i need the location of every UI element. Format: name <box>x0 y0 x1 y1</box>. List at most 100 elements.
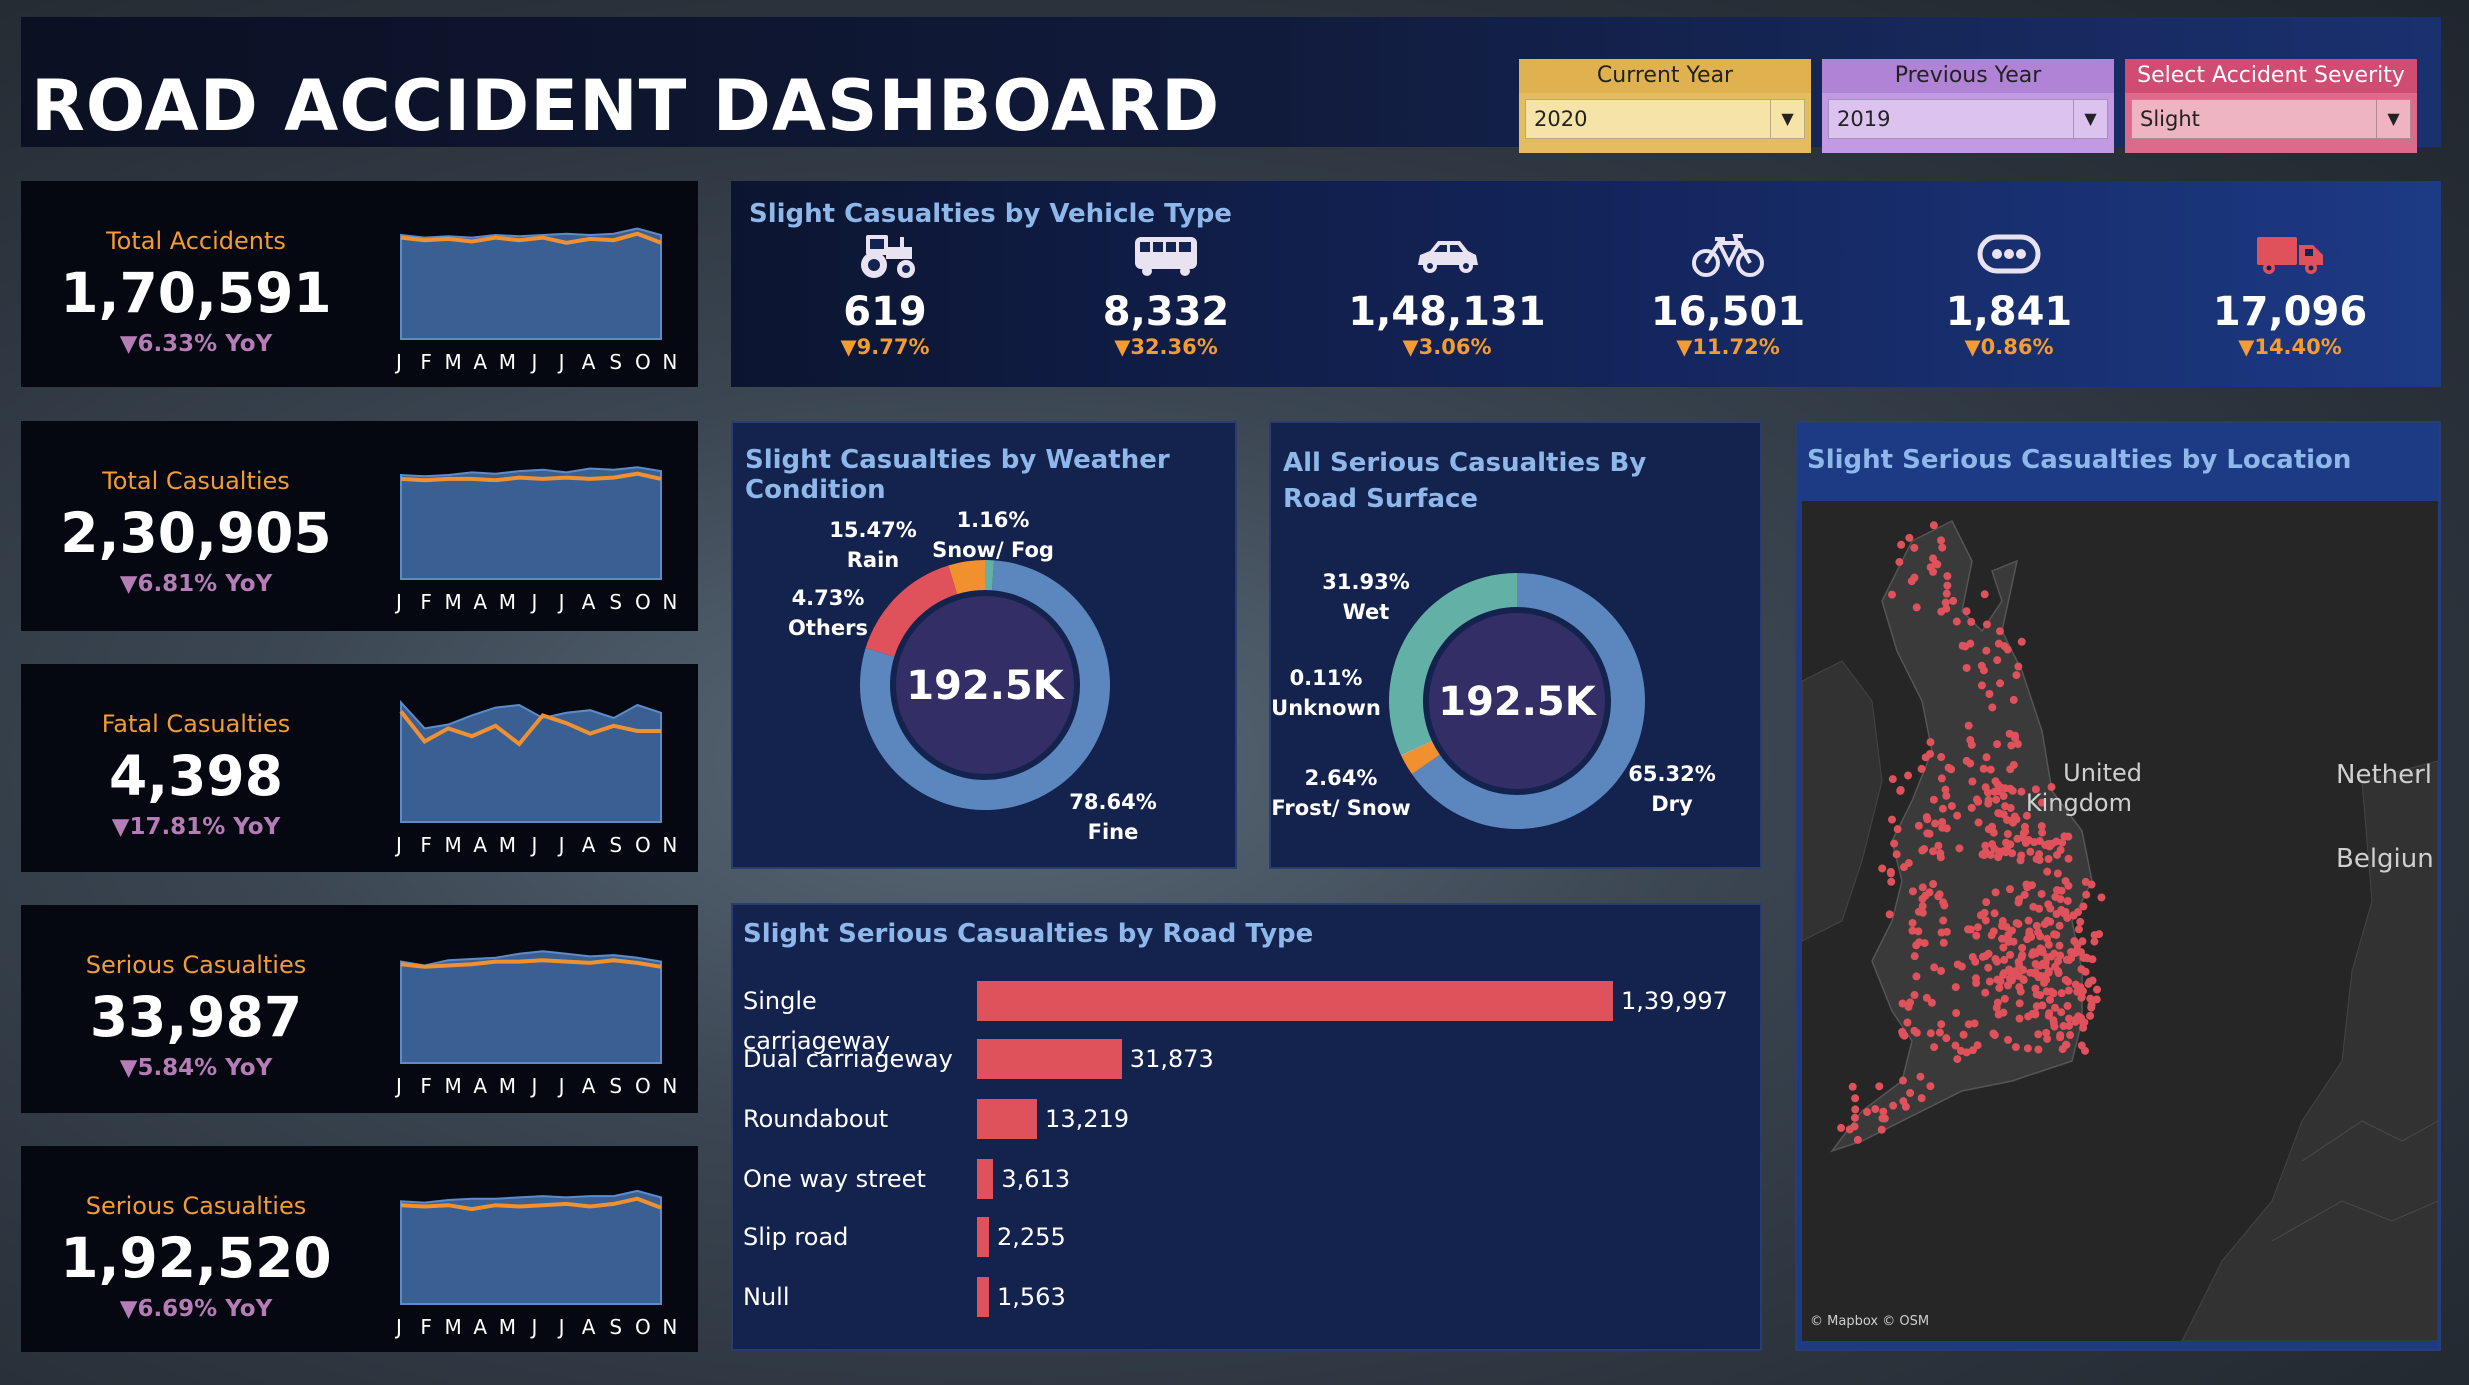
map-point <box>2018 943 2027 952</box>
map-point <box>1977 661 1986 670</box>
map-point <box>1850 1113 1859 1122</box>
month-tick-label: F <box>420 350 432 374</box>
map-point <box>1937 774 1946 783</box>
map-label-united: United <box>2063 759 2142 787</box>
month-tick-label: M <box>499 350 516 374</box>
current-year-select[interactable]: 2020 ▼ <box>1525 99 1805 139</box>
map-point <box>2009 760 2018 769</box>
vehicle-item-car[interactable]: 1,48,131 ▼3.06% <box>1317 231 1577 359</box>
current-year-label: Current Year <box>1519 59 1811 93</box>
map-point <box>2064 832 2073 841</box>
bar-category-label: Dual carriageway <box>743 1045 953 1073</box>
month-tick-label: A <box>473 1074 487 1098</box>
donut-center-label: 192.5K <box>906 663 1066 709</box>
bar[interactable] <box>977 1159 994 1199</box>
map-point <box>1929 521 1938 530</box>
bar-row[interactable]: Single carriageway 1,39,997 <box>743 981 1743 1055</box>
map-point <box>1878 864 1887 873</box>
map-point <box>2023 1044 2032 1053</box>
vehicle-value: 16,501 <box>1650 289 1806 335</box>
map-point <box>1912 941 1921 950</box>
map-point <box>1973 923 1982 932</box>
map-point <box>2093 985 2102 994</box>
vehicle-item-truck[interactable]: 17,096 ▼14.40% <box>2160 231 2420 359</box>
map-point <box>1885 910 1894 919</box>
bar-row[interactable]: Roundabout 13,219 <box>743 1099 1743 1139</box>
map-point <box>1898 999 1907 1008</box>
map-point <box>1989 1029 1998 1038</box>
chevron-down-icon[interactable]: ▼ <box>2073 100 2107 138</box>
map-point <box>1982 620 1991 629</box>
bar-row[interactable]: One way street 3,613 <box>743 1159 1743 1199</box>
map-point <box>2031 959 2040 968</box>
map-point <box>1926 563 1935 572</box>
chevron-down-icon[interactable]: ▼ <box>1770 100 1804 138</box>
kpi-card[interactable]: Total Casualties 2,30,905 ▼6.81% YoY J F M A M J… <box>21 421 698 631</box>
weather-label-others: 4.73% Others <box>788 586 868 640</box>
kpi-sparkline: JFMAMJJASOND <box>394 466 677 614</box>
kpi-label: Total Casualties <box>102 467 290 495</box>
map-point <box>2011 1043 2020 1052</box>
map-point <box>1957 962 1966 971</box>
month-tick-label: M <box>445 1315 462 1339</box>
map-point <box>1986 850 1995 859</box>
kpi-label: Fatal Casualties <box>101 710 291 738</box>
bar-row[interactable]: Null 1,563 <box>743 1277 1743 1317</box>
kpi-yoy: ▼5.84% YoY <box>119 1055 273 1081</box>
previous-year-select[interactable]: 2019 ▼ <box>1828 99 2108 139</box>
vehicle-value: 619 <box>843 289 927 335</box>
bar[interactable] <box>977 981 1613 1021</box>
month-tick-label: A <box>582 350 596 374</box>
map-point <box>2004 1035 2013 1044</box>
map-point <box>2045 995 2054 1004</box>
vehicle-value: 8,332 <box>1102 289 1230 335</box>
chevron-down-icon[interactable]: ▼ <box>2376 100 2410 138</box>
bar-row[interactable]: Dual carriageway 31,873 <box>743 1039 1743 1079</box>
map-point <box>1986 765 1995 774</box>
vehicle-item-tractor[interactable]: 619 ▼9.77% <box>755 231 1015 359</box>
map-point <box>1955 844 1964 853</box>
kpi-card[interactable]: Total Accidents 1,70,591 ▼6.33% YoY J F M A M J J… <box>21 181 698 387</box>
vehicle-item-bicycle[interactable]: 16,501 ▼11.72% <box>1598 231 1858 359</box>
map-point <box>1967 803 1976 812</box>
map-point <box>1936 849 1945 858</box>
location-map[interactable]: United Kingdom Netherl Belgiun © Mapbox … <box>1802 501 2438 1341</box>
map-point <box>1851 1094 1860 1103</box>
map-point <box>1981 783 1990 792</box>
vehicle-item-bus[interactable]: 8,332 ▼32.36% <box>1036 231 1296 359</box>
bar[interactable] <box>977 1217 989 1257</box>
map-point <box>1942 927 1951 936</box>
map-point <box>1930 963 1939 972</box>
month-tick-label: S <box>609 350 622 374</box>
month-tick-label: S <box>609 1315 622 1339</box>
map-point <box>1935 890 1944 899</box>
vehicle-item-other[interactable]: 1,841 ▼0.86% <box>1879 231 2139 359</box>
severity-value: Slight <box>2140 107 2200 131</box>
map-point <box>2010 812 2019 821</box>
month-tick-label: M <box>445 350 462 374</box>
vehicle-yoy: ▼11.72% <box>1676 335 1780 359</box>
map-point <box>2043 867 2052 876</box>
month-tick-label: N <box>662 1315 677 1339</box>
map-point <box>2014 662 2023 671</box>
map-point <box>1981 988 1990 997</box>
kpi-value: 1,70,591 <box>60 261 332 325</box>
kpi-card[interactable]: Serious Casualties 33,987 ▼5.84% YoY J F M A M J… <box>21 905 698 1113</box>
map-point <box>1926 738 1935 747</box>
map-point <box>1980 590 1989 599</box>
map-point <box>2057 886 2066 895</box>
map-point <box>2017 637 2026 646</box>
map-point <box>2040 920 2049 929</box>
bar[interactable] <box>977 1039 1122 1079</box>
map-point <box>1871 1105 1880 1114</box>
bar[interactable] <box>977 1099 1038 1139</box>
map-point <box>2029 902 2038 911</box>
bar-row[interactable]: Slip road 2,255 <box>743 1217 1743 1257</box>
bar[interactable] <box>977 1277 989 1317</box>
map-point <box>1994 1010 2003 1019</box>
kpi-card[interactable]: Fatal Casualties 4,398 ▼17.81% YoY J F M A M J J A… <box>21 664 698 872</box>
donut-center-label: 192.5K <box>1438 679 1598 725</box>
kpi-card[interactable]: Serious Casualties 1,92,520 ▼6.69% YoY J F M A… <box>21 1146 698 1352</box>
map-point <box>2052 837 2061 846</box>
severity-select[interactable]: Slight ▼ <box>2131 99 2411 139</box>
